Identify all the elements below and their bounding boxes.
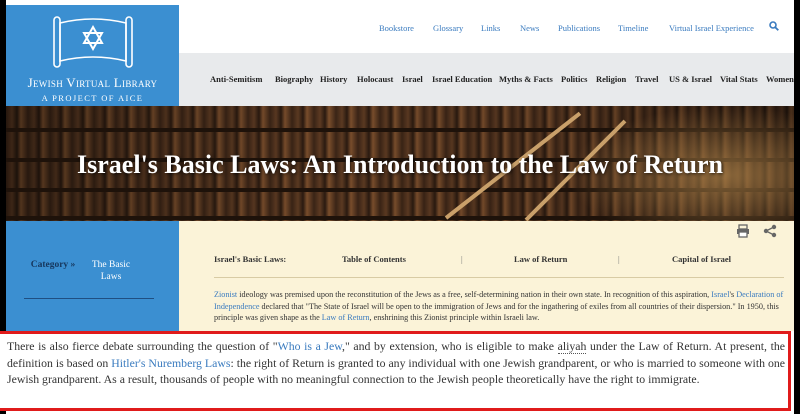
main-nav-politics[interactable]: Politics — [561, 74, 587, 84]
link-hitlers-nuremberg-laws[interactable]: Hitler's Nuremberg Laws — [111, 356, 230, 370]
category-label: Category » — [30, 260, 76, 270]
top-nav-glossary[interactable]: Glossary — [433, 23, 463, 33]
highlight-segment: ," and by extension, who is eligible to … — [342, 339, 558, 353]
intro-text: , enshrining this Zionist principle with… — [369, 313, 540, 322]
main-nav-travel[interactable]: Travel — [635, 74, 658, 84]
top-nav-news[interactable]: News — [520, 23, 539, 33]
top-nav-bookstore[interactable]: Bookstore — [379, 23, 414, 33]
main-nav-vital-stats[interactable]: Vital Stats — [720, 74, 758, 84]
hero-banner: Israel's Basic Laws: An Introduction to … — [6, 106, 794, 221]
highlight-segment: There is also fierce debate surrounding … — [7, 339, 278, 353]
highlight-text: There is also fierce debate surrounding … — [7, 338, 785, 388]
content-area: Israel's Basic Laws: Table of Contents |… — [179, 221, 794, 331]
main-nav-women[interactable]: Women — [766, 74, 794, 84]
main-nav-israel[interactable]: Israel — [402, 74, 423, 84]
intro-paragraph: Zionist ideology was premised upon the r… — [214, 289, 784, 324]
main-nav-biography[interactable]: Biography — [275, 74, 313, 84]
main-nav-myths-facts[interactable]: Myths & Facts — [499, 74, 553, 84]
category-link-basic-laws[interactable]: The Basic Laws — [86, 259, 136, 283]
tabs-prefix: Israel's Basic Laws: — [214, 254, 287, 264]
main-nav-anti-semitism[interactable]: Anti-Semitism — [210, 74, 262, 84]
glossary-term-aliyah[interactable]: aliyah — [557, 339, 587, 354]
main-nav-israel-education[interactable]: Israel Education — [432, 74, 492, 84]
highlighted-paragraph: There is also fierce debate surrounding … — [0, 331, 791, 411]
page-title: Israel's Basic Laws: An Introduction to … — [77, 150, 723, 179]
main-nav-us-israel[interactable]: US & Israel — [669, 74, 712, 84]
tab-capital-of-israel[interactable]: Capital of Israel — [672, 254, 731, 264]
share-icon[interactable] — [763, 224, 777, 238]
category-sidebar: Category » The Basic Laws — [6, 221, 179, 331]
tab-law-of-return[interactable]: Law of Return — [514, 254, 567, 264]
law-tabs: Israel's Basic Laws: Table of Contents |… — [214, 254, 769, 268]
link-who-is-a-jew[interactable]: Who is a Jew — [278, 339, 342, 353]
top-nav-links[interactable]: Links — [481, 23, 500, 33]
main-nav: Anti-Semitism Biography History Holocaus… — [179, 53, 794, 106]
logo-subtitle: A PROJECT OF AICE — [41, 93, 144, 103]
main-nav-holocaust[interactable]: Holocaust — [357, 74, 393, 84]
link-israel[interactable]: Israel — [711, 290, 729, 299]
tab-separator: | — [461, 254, 463, 264]
top-nav: Bookstore Glossary Links News Publicatio… — [179, 5, 794, 53]
top-nav-timeline[interactable]: Timeline — [618, 23, 648, 33]
main-nav-history[interactable]: History — [320, 74, 347, 84]
tabs-divider — [214, 277, 784, 278]
print-icon[interactable] — [736, 224, 750, 238]
tab-separator: | — [618, 254, 620, 264]
search-icon[interactable] — [769, 21, 779, 31]
logo-name: Jewish Virtual Library — [27, 75, 158, 90]
intro-text: ideology was premised upon the reconstit… — [237, 290, 712, 299]
link-law-of-return[interactable]: Law of Return — [322, 313, 370, 322]
main-nav-religion[interactable]: Religion — [596, 74, 626, 84]
link-zionist[interactable]: Zionist — [214, 290, 237, 299]
tab-table-of-contents[interactable]: Table of Contents — [342, 254, 406, 264]
top-nav-publications[interactable]: Publications — [558, 23, 600, 33]
torah-scroll-icon — [53, 16, 133, 68]
site-logo[interactable]: Jewish Virtual Library A PROJECT OF AICE — [6, 5, 179, 106]
top-nav-virtual-israel-experience[interactable]: Virtual Israel Experience — [669, 23, 754, 33]
sidebar-divider — [24, 298, 154, 299]
